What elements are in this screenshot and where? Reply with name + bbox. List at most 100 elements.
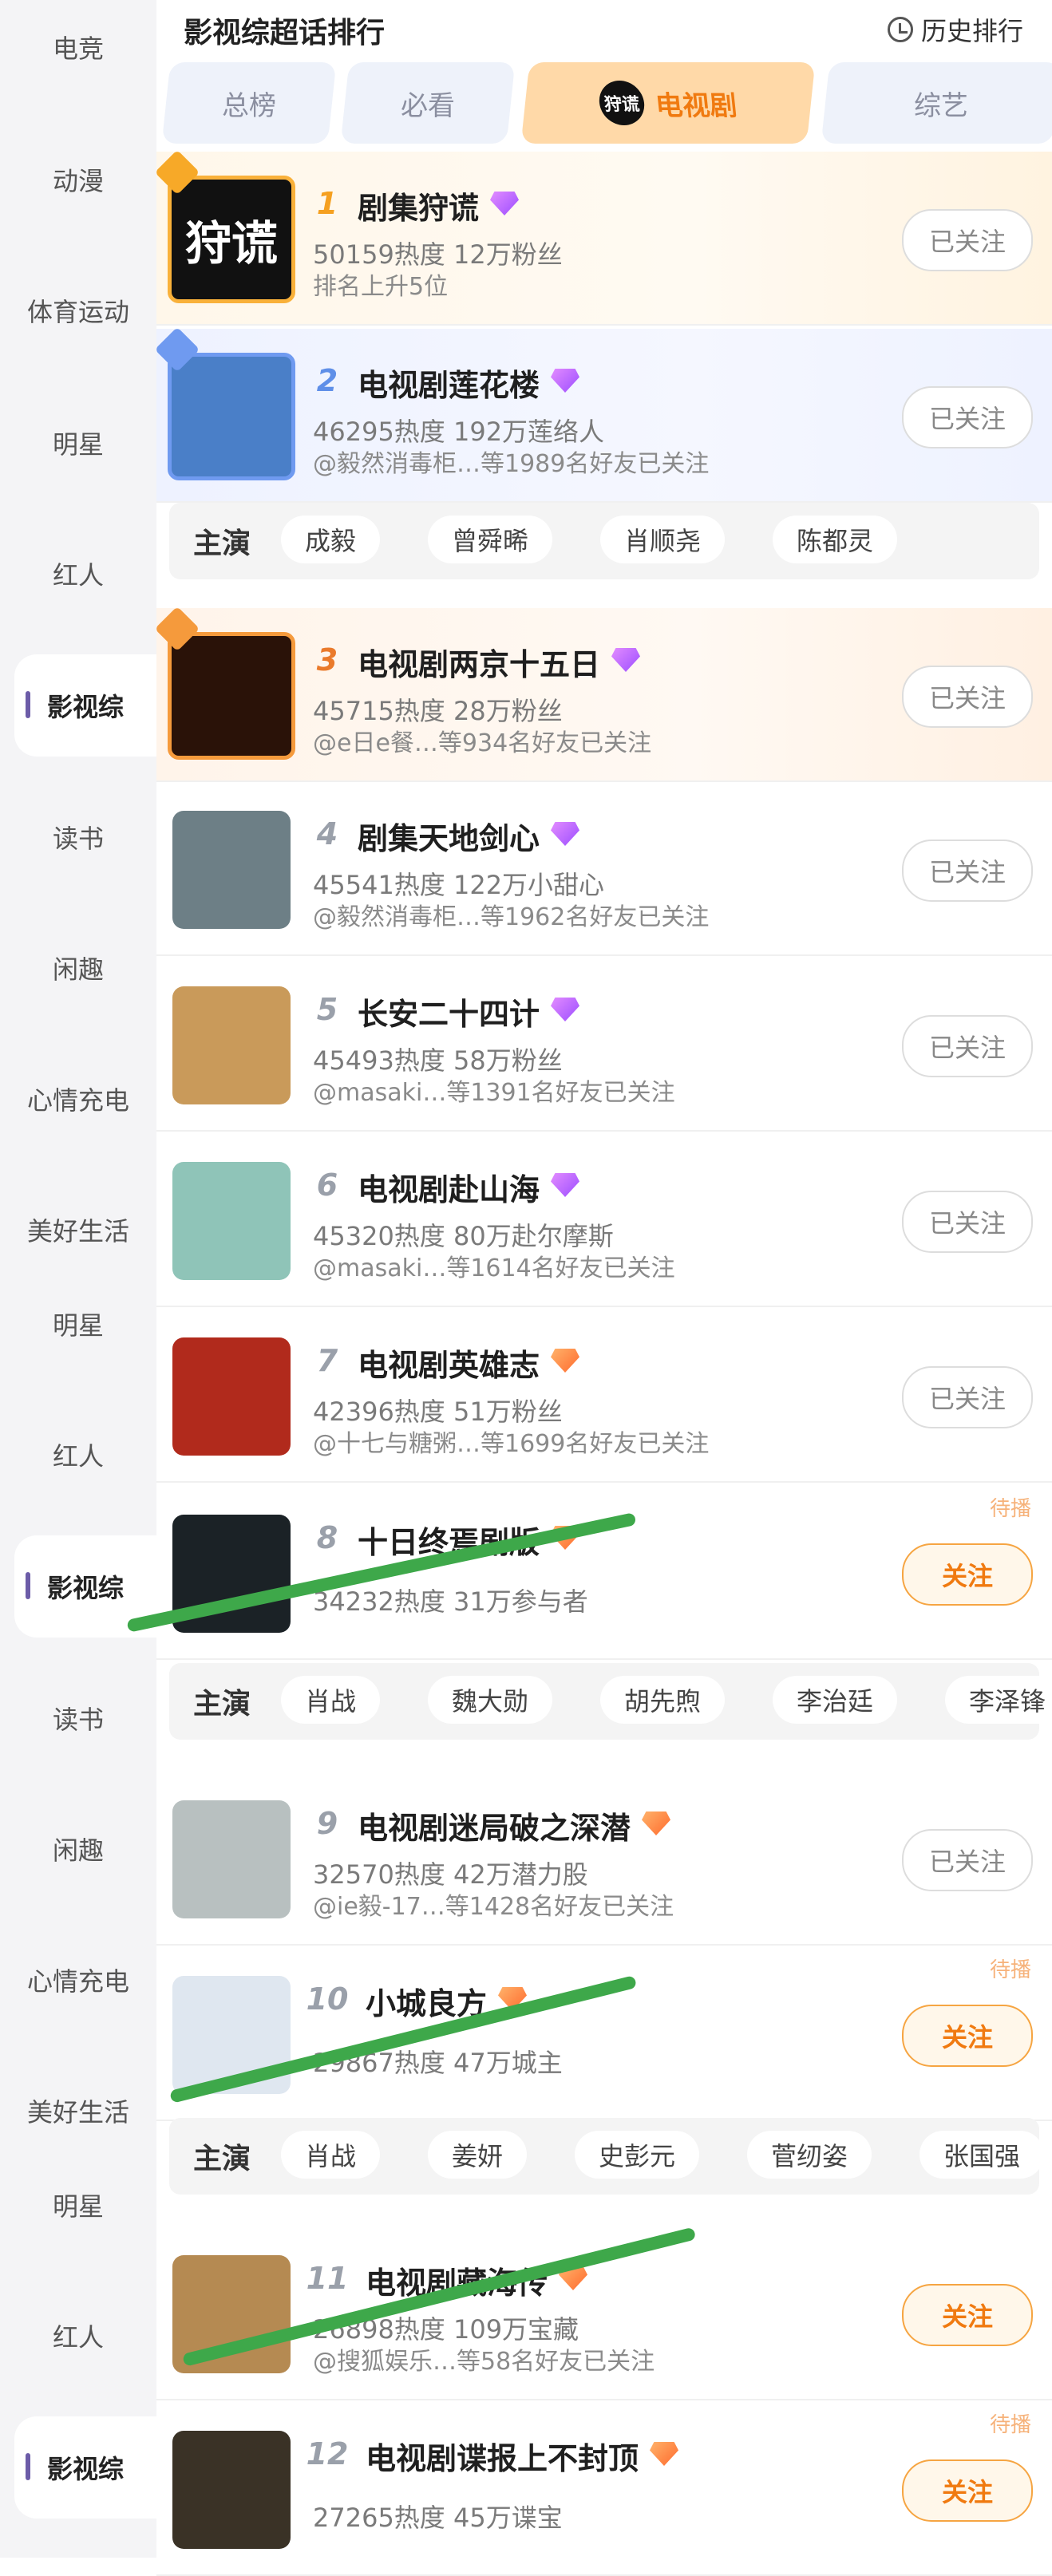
sidebar-item[interactable]: 美好生活 [0,2092,156,2129]
tab-must-watch[interactable]: 必看 [340,62,516,144]
sidebar-item[interactable]: 心情充电 [0,1962,156,1998]
show-cover-image[interactable]: 狩谎 [168,176,295,303]
sidebar-item[interactable]: 明星 [0,1306,156,1342]
rank-number: 9 [316,1806,338,1841]
sidebar-item[interactable]: 闲趣 [0,1831,156,1867]
cast-chip[interactable]: 张国强 [920,2131,1045,2179]
followed-button[interactable]: 已关注 [902,386,1033,448]
diamond-badge-icon [611,648,640,672]
show-cover-image[interactable] [172,1800,291,1918]
show-title[interactable]: 电视剧英雄志 [358,1341,540,1385]
show-cover-image[interactable] [172,811,291,929]
history-ranking-button[interactable]: 历史排行 [887,11,1023,48]
sidebar-item[interactable]: 动漫 [0,161,156,198]
show-cover-image[interactable] [168,632,295,760]
sidebar-item[interactable]: 红人 [0,1436,156,1473]
upcoming-tag: 待播 [989,1497,1031,1521]
tab-overall[interactable]: 总榜 [161,62,337,144]
history-ranking-label: 历史排行 [920,16,1023,46]
sidebar-item[interactable]: 体育运动 [0,292,156,329]
sidebar-item[interactable]: 心情充电 [0,1081,156,1117]
show-cover-image[interactable] [172,2431,291,2549]
clock-icon [887,17,913,42]
sidebar-item[interactable]: 明星 [0,2187,156,2223]
followed-button[interactable]: 已关注 [902,1366,1033,1428]
friends-followed: @毅然消毒柜…等1962名好友已关注 [313,903,710,931]
diamond-badge-icon [551,369,579,393]
show-cover-image[interactable] [172,1162,291,1280]
show-title[interactable]: 电视剧谍报上不封顶 [366,2434,639,2478]
cast-chip[interactable]: 胡先煦 [600,1676,726,1724]
show-cover-image[interactable] [168,353,295,480]
cast-chip[interactable]: 陈都灵 [773,516,898,563]
followed-button[interactable]: 已关注 [902,666,1033,728]
tab-label: 电视剧 [654,89,739,122]
sidebar-item[interactable]: 影视综 [14,654,156,757]
show-cover-image[interactable] [172,1337,291,1456]
sidebar-item[interactable]: 电竞 [0,29,156,65]
rank-number: 11 [306,2261,349,2296]
friends-followed: 排名上升5位 [313,273,449,301]
cast-chip[interactable]: 李泽锋 [945,1676,1052,1724]
followed-button[interactable]: 已关注 [902,1191,1033,1253]
cast-chip[interactable]: 姜妍 [428,2131,528,2179]
followed-button[interactable]: 已关注 [902,1829,1033,1891]
ranking-row[interactable]: 6 电视剧赴山海 45320热度 80万赴尔摩斯 @masaki…等1614名好友已关… [156,1133,1052,1307]
cast-chip[interactable]: 成毅 [281,516,381,563]
ranking-row[interactable]: 10 小城良方 29867热度 47万城主 关注 待播 [156,1947,1052,2121]
cast-chip[interactable]: 魏大勋 [428,1676,553,1724]
ranking-row[interactable]: 2 电视剧莲花楼 46295热度 192万莲络人 @毅然消毒柜…等1989名好友已关注… [154,326,1052,503]
follow-button[interactable]: 关注 [902,2459,1033,2522]
followed-button[interactable]: 已关注 [902,1015,1033,1077]
diamond-badge-icon [551,1349,579,1373]
follow-button[interactable]: 关注 [902,2284,1033,2346]
follow-button[interactable]: 关注 [902,2005,1033,2067]
ranking-row[interactable]: 3 电视剧两京十五日 45715热度 28万粉丝 @e日e餐…等934名好友已关注 已关… [154,606,1052,782]
follow-button[interactable]: 关注 [902,1543,1033,1606]
cast-chip[interactable]: 史彭元 [575,2131,700,2179]
rank-number: 4 [316,816,338,851]
show-title[interactable]: 电视剧赴山海 [358,1165,540,1209]
sidebar-item[interactable]: 红人 [0,2317,156,2354]
cast-chip[interactable]: 李治廷 [773,1676,898,1724]
sidebar-item[interactable]: 美好生活 [0,1211,156,1248]
ranking-tabs: 总榜 必看 狩谎 电视剧 综艺 [156,62,1052,145]
sidebar-item-label: 影视综 [46,692,124,722]
show-cover-image[interactable] [172,986,291,1104]
cast-chip[interactable]: 菅纫姿 [747,2131,872,2179]
show-title[interactable]: 电视剧两京十五日 [358,640,600,684]
ranking-row[interactable]: 12 电视剧谍报上不封顶 27265热度 45万谍宝 关注 待播 [156,2402,1052,2576]
rank-number: 2 [316,363,338,398]
cast-chip[interactable]: 肖战 [281,1676,381,1724]
ranking-row[interactable]: 5 长安二十四计 45493热度 58万粉丝 @masaki…等1391名好友已关注已… [156,958,1052,1132]
tab-tv-drama[interactable]: 狩谎 电视剧 [520,62,816,144]
sidebar-item[interactable]: 红人 [0,555,156,592]
show-title[interactable]: 剧集天地剑心 [358,814,540,858]
cast-chip[interactable]: 曾舜晞 [428,516,553,563]
active-indicator [26,2453,30,2480]
show-title[interactable]: 剧集狩谎 [358,184,479,227]
active-indicator [26,691,30,718]
cast-chip[interactable]: 肖顺尧 [600,516,726,563]
ranking-row[interactable]: 狩谎 1 剧集狩谎 50159热度 12万粉丝 排名上升5位 已关注 [154,149,1052,326]
sidebar-item[interactable]: 读书 [0,819,156,855]
show-title[interactable]: 电视剧迷局破之深潜 [358,1804,631,1847]
ranking-row[interactable]: 7 电视剧英雄志 42396热度 51万粉丝 @十七与糖粥…等1699名好友已关注 已关… [156,1309,1052,1483]
cast-label: 主演 [193,2143,251,2175]
followed-button[interactable]: 已关注 [902,209,1033,271]
sidebar-item[interactable]: 影视综 [14,2416,156,2519]
ranking-row[interactable]: 8 十日终焉剧版 34232热度 31万参与者 关注 待播 [156,1486,1052,1660]
followed-button[interactable]: 已关注 [902,840,1033,902]
rank-number: 6 [316,1167,338,1203]
ranking-row[interactable]: 4 剧集天地剑心 45541热度 122万小甜心 @毅然消毒柜…等1962名好友已关注… [156,782,1052,956]
show-title[interactable]: 电视剧莲花楼 [358,361,540,405]
cast-chip[interactable]: 肖战 [281,2131,381,2179]
tab-variety[interactable]: 综艺 [821,62,1052,144]
sidebar-item[interactable]: 读书 [0,1700,156,1736]
rank-number: 8 [316,1520,338,1555]
show-title[interactable]: 长安二十四计 [358,990,540,1033]
sidebar-item[interactable]: 闲趣 [0,950,156,986]
sidebar-item[interactable]: 明星 [0,425,156,461]
ranking-row[interactable]: 9 电视剧迷局破之深潜 32570热度 42万潜力股 @ie毅-17…等1428名好友… [156,1772,1052,1946]
friends-followed: @搜狐娱乐…等58名好友已关注 [313,2348,655,2376]
